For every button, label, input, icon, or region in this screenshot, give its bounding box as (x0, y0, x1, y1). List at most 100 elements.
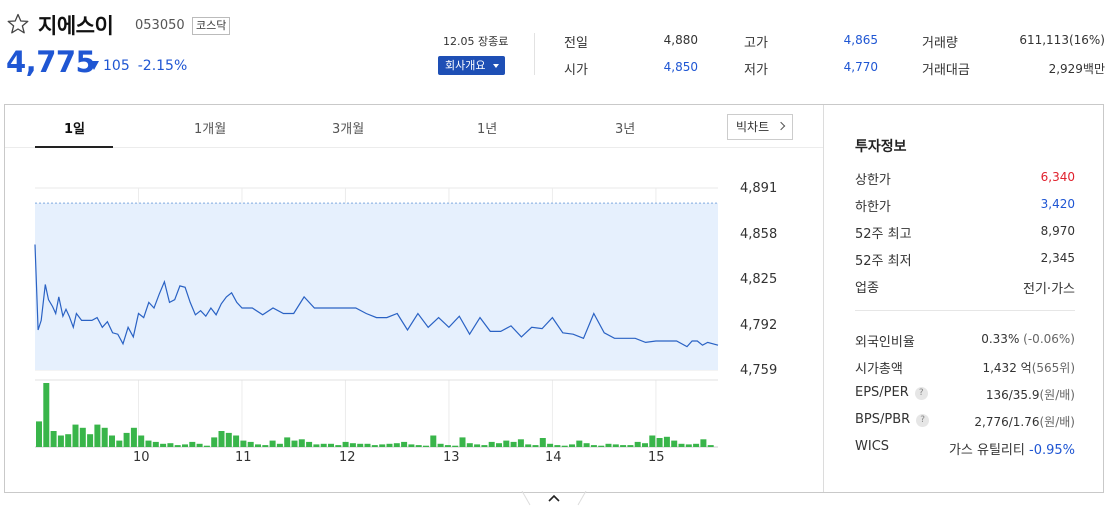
volume-bar (225, 432, 232, 447)
x-tick-label: 12 (339, 450, 356, 465)
volume-bar (620, 445, 627, 447)
volume-bar (649, 435, 656, 447)
volume-bar (130, 427, 137, 447)
foreign-ratio-label: 외국인비율 (855, 335, 915, 350)
volume-bar (547, 443, 554, 447)
foreign-ratio-value: 0.33% (-0.06%) (981, 332, 1075, 346)
volume-bar (284, 437, 291, 447)
x-tick-label: 10 (133, 450, 150, 465)
volume-bar (335, 445, 342, 447)
volume-bar (255, 444, 261, 447)
price-chart[interactable] (0, 0, 1112, 507)
volume-bar (642, 443, 648, 447)
volume-bar (510, 441, 517, 447)
wics-sector[interactable]: 가스 유틸리티 (949, 443, 1025, 458)
volume-bar (306, 441, 313, 447)
help-icon[interactable]: ? (914, 387, 928, 400)
volume-bar (605, 443, 612, 447)
industry-value[interactable]: 전기·가스 (1023, 278, 1075, 297)
upper-limit-label: 상한가 (855, 173, 891, 188)
volume-bar (496, 443, 502, 447)
volume-bar (554, 445, 561, 447)
volume-bar (408, 444, 415, 447)
volume-bar (211, 437, 218, 447)
volume-bar (320, 443, 327, 447)
volume-bar (583, 443, 590, 447)
high-52w-label: 52주 최고 (855, 227, 912, 242)
market-cap-rank: (565위) (1031, 361, 1075, 375)
lower-limit-label: 하한가 (855, 200, 891, 215)
volume-bar (444, 445, 451, 447)
volume-bar (459, 437, 466, 447)
volume-bar (569, 444, 575, 447)
volume-bar (152, 441, 159, 447)
volume-bar (65, 434, 72, 447)
bps-pbr-label: BPS/PBR? (855, 412, 930, 427)
eps-per-value: 136/35.9(원/배) (986, 386, 1075, 403)
market-cap-label: 시가총액 (855, 362, 903, 377)
volume-bar (328, 443, 334, 447)
volume-bar (503, 440, 510, 447)
upper-limit-value: 6,340 (1040, 170, 1075, 184)
volume-bar (189, 441, 196, 447)
volume-bar (590, 445, 597, 447)
high-52w-value: 8,970 (1040, 224, 1075, 238)
bps-pbr-text: BPS/PBR (855, 412, 911, 427)
volume-bar (87, 434, 94, 447)
industry-label: 업종 (855, 281, 879, 296)
volume-bar (123, 432, 130, 447)
investment-info-title: 투자정보 (855, 139, 907, 155)
volume-bar (196, 443, 203, 447)
eps-per-text: EPS/PER (855, 385, 909, 400)
volume-bar (393, 443, 400, 447)
volume-bar (671, 440, 678, 447)
volume-bar (452, 445, 459, 447)
volume-bar (663, 436, 670, 447)
y-tick-label: 4,825 (740, 272, 778, 287)
volume-bar (262, 445, 269, 447)
volume-bar (598, 445, 605, 447)
volume-bar (72, 424, 79, 447)
wics-change: -0.95% (1029, 443, 1075, 458)
volume-bar (203, 445, 210, 447)
volume-bar (298, 439, 305, 447)
volume-bar (349, 443, 356, 447)
eps-per: 136/35.9 (985, 388, 1040, 402)
volume-bar (539, 438, 546, 447)
volume-bar (145, 440, 152, 447)
volume-bar (693, 443, 700, 447)
bps-pbr-unit: (원/배) (1039, 415, 1076, 429)
volume-bar (678, 443, 685, 447)
chevron-up-icon (548, 494, 560, 502)
volume-bar (561, 445, 568, 447)
lower-limit-value: 3,420 (1040, 197, 1075, 211)
volume-bar (109, 435, 115, 447)
volume-bar (116, 440, 123, 447)
volume-bar (576, 440, 583, 447)
volume-bar (612, 444, 619, 447)
volume-bar (371, 445, 378, 447)
volume-bar (627, 445, 634, 447)
foreign-ratio: 0.33% (981, 332, 1020, 346)
foreign-ratio-change: (-0.06%) (1023, 332, 1075, 346)
volume-bar (218, 431, 225, 447)
volume-bar (532, 445, 539, 447)
wics-value: 가스 유틸리티 -0.95% (949, 439, 1075, 458)
x-tick-label: 15 (648, 450, 665, 465)
low-52w-value: 2,345 (1040, 251, 1075, 265)
volume-bar (313, 444, 320, 447)
volume-bar (240, 440, 247, 447)
volume-bar (685, 444, 692, 447)
wics-label: WICS (855, 439, 890, 454)
volume-bar (437, 443, 444, 447)
volume-bar (247, 441, 254, 447)
volume-bar (700, 439, 707, 447)
collapse-toggle[interactable] (520, 491, 588, 507)
volume-bar (174, 445, 181, 447)
volume-bar (276, 443, 283, 447)
help-icon[interactable]: ? (916, 414, 930, 427)
bps-pbr: 2,776/1.76 (974, 415, 1040, 429)
eps-per-unit: (원/배) (1039, 388, 1076, 402)
volume-bar (364, 443, 371, 447)
volume-bar (167, 443, 174, 447)
